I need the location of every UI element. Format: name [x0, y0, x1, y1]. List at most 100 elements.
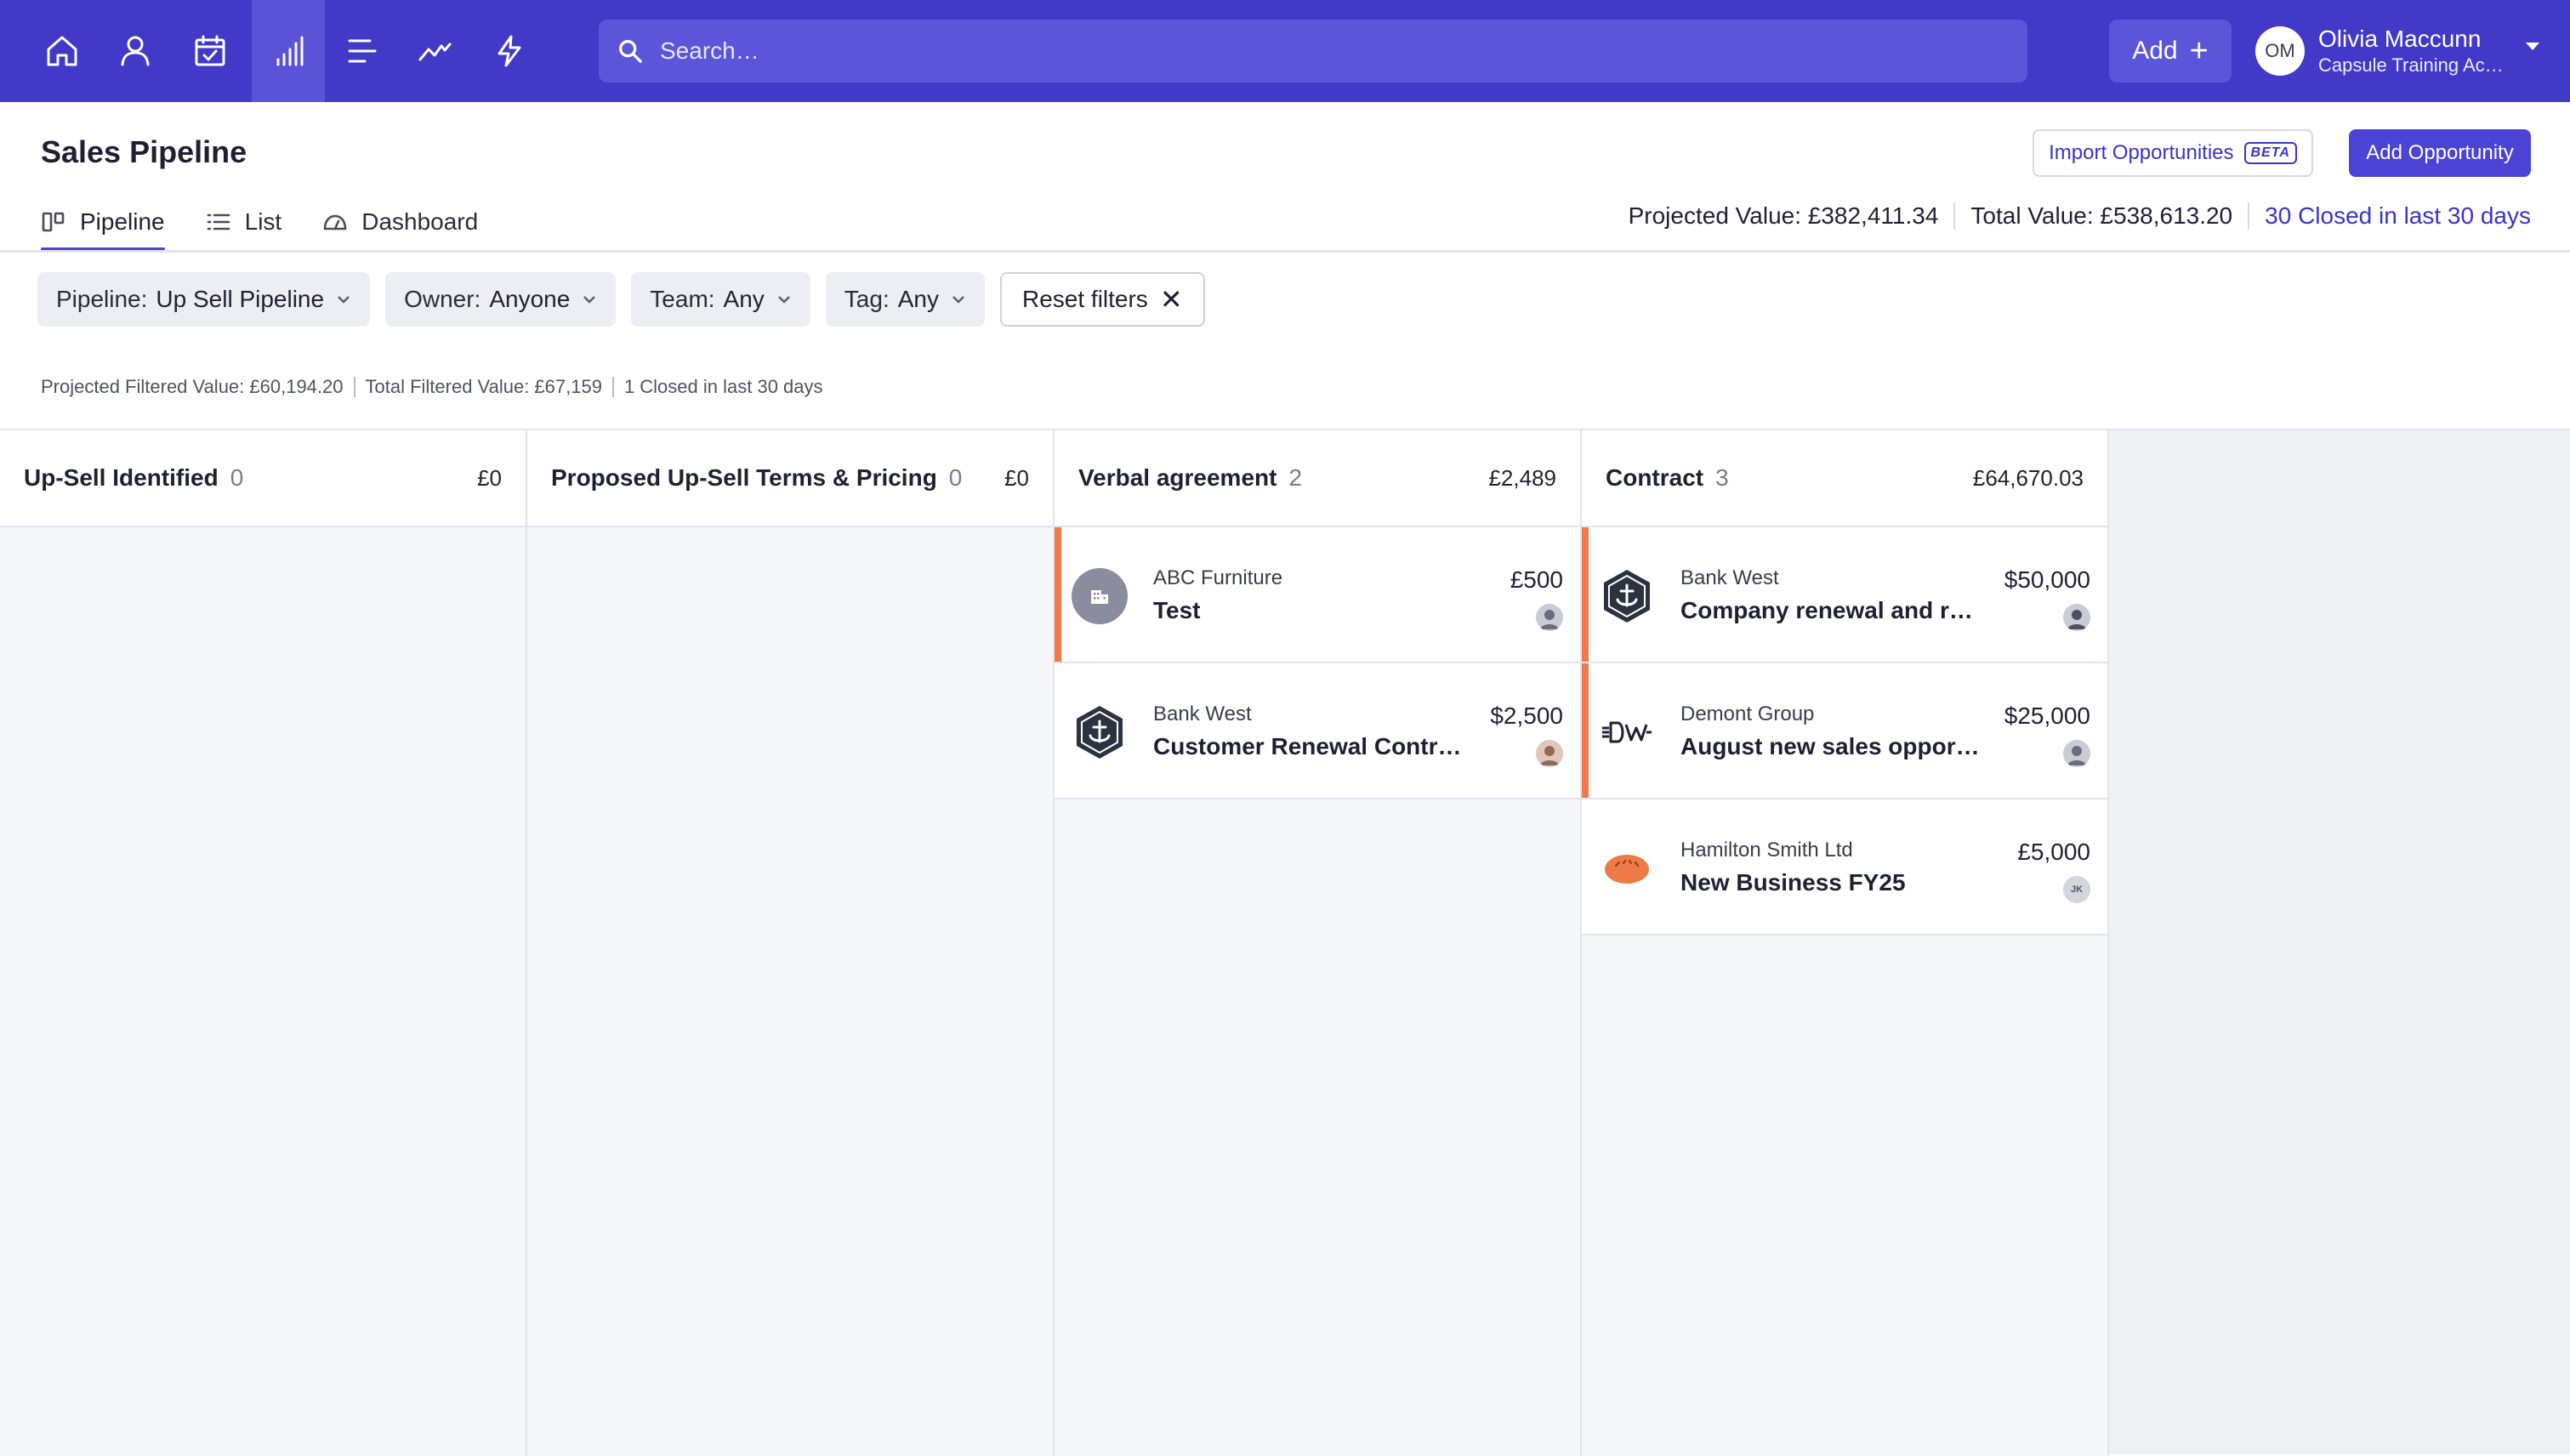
card-title: Test: [1153, 597, 1201, 623]
beta-badge: BETA: [2243, 142, 2297, 164]
plus-icon: +: [2189, 33, 2209, 69]
divider: [611, 377, 614, 397]
card-company: Hamilton Smith Ltd: [1680, 839, 1853, 862]
column-title: Verbal agreement: [1078, 464, 1277, 491]
user-menu[interactable]: OM Olivia Maccunn Capsule Training Ac…: [2255, 19, 2539, 83]
stage-column: Proposed Up-Sell Terms & Pricing 0 £0: [527, 430, 1055, 1456]
filter-bar: Pipeline: Up Sell Pipeline Owner: Anyone…: [37, 272, 1205, 327]
owner-avatar: [1536, 604, 1563, 631]
team-filter[interactable]: Team: Any: [631, 272, 810, 327]
total-value: Total Value: £538,613.20: [1970, 202, 2233, 229]
filter-label: Owner:: [404, 286, 481, 312]
bank-west-logo: [1072, 704, 1128, 760]
filtered-summary: Projected Filtered Value: £60,194.20 Tot…: [41, 376, 823, 398]
add-opportunity-button[interactable]: Add Opportunity: [2349, 129, 2531, 177]
card-company: Bank West: [1153, 702, 1252, 725]
card-company: Demont Group: [1680, 702, 1815, 725]
stage-column: Up-Sell Identified 0 £0: [0, 430, 527, 1456]
filter-label: Tag:: [844, 286, 890, 312]
pipeline-totals: Projected Value: £382,411.34 Total Value…: [1629, 202, 2531, 230]
card-title: August new sales oppor…: [1680, 733, 1980, 759]
search-input[interactable]: [660, 37, 1936, 65]
column-total: £0: [477, 464, 502, 491]
column-title: Contract: [1606, 464, 1704, 491]
column-count: 0: [230, 464, 244, 491]
owner-filter[interactable]: Owner: Anyone: [385, 272, 617, 327]
lightning-icon[interactable]: [473, 0, 546, 102]
opportunity-card[interactable]: ABC Furniture Test £500: [1055, 527, 1580, 663]
card-title: Customer Renewal Contr…: [1153, 733, 1462, 759]
user-org: Capsule Training Ac…: [2318, 54, 2504, 76]
column-total: £0: [1004, 464, 1029, 491]
column-header: Up-Sell Identified 0 £0: [0, 430, 526, 527]
card-value: £500: [1510, 566, 1563, 593]
chevron-down-icon: [583, 296, 596, 304]
owner-avatar: [2063, 604, 2090, 631]
filter-label: Team:: [650, 286, 715, 312]
opportunity-card[interactable]: Hamilton Smith Ltd New Business FY25 £5,…: [1582, 799, 2107, 936]
import-opportunities-button[interactable]: Import Opportunities BETA: [2033, 129, 2313, 177]
caret-down-icon: [2526, 43, 2539, 50]
owner-avatar: [1536, 740, 1563, 767]
tab-label: List: [244, 208, 282, 235]
card-company: ABC Furniture: [1153, 566, 1283, 589]
tab-dashboard[interactable]: Dashboard: [322, 194, 478, 250]
opportunity-card[interactable]: Bank West Company renewal and r… $50,000: [1582, 527, 2107, 663]
trend-line-icon[interactable]: [398, 0, 471, 102]
pipeline-filter[interactable]: Pipeline: Up Sell Pipeline: [37, 272, 371, 327]
tab-list[interactable]: List: [206, 194, 282, 250]
reset-label: Reset filters: [1021, 286, 1148, 312]
owner-avatar: JK: [2063, 876, 2090, 903]
filter-value: Anyone: [489, 286, 571, 312]
home-icon[interactable]: [26, 0, 99, 102]
page-title: Sales Pipeline: [41, 134, 247, 169]
card-value: $25,000: [2004, 702, 2090, 729]
filter-value: Up Sell Pipeline: [156, 286, 325, 312]
list-icon[interactable]: [325, 0, 398, 102]
filter-value: Any: [723, 286, 765, 312]
card-value: $50,000: [2004, 566, 2090, 593]
top-nav: Add + OM Olivia Maccunn Capsule Training…: [0, 0, 2570, 102]
divider: [2248, 202, 2250, 230]
chevron-down-icon: [777, 296, 790, 304]
opportunity-card[interactable]: Demont Group August new sales oppor… $25…: [1582, 663, 2107, 799]
column-title: Proposed Up-Sell Terms & Pricing: [551, 464, 937, 491]
pipeline-board: Up-Sell Identified 0 £0 Proposed Up-Sell …: [0, 429, 2570, 1456]
add-button[interactable]: Add +: [2109, 20, 2232, 82]
person-icon[interactable]: [99, 0, 172, 102]
card-value: $2,500: [1490, 702, 1563, 729]
filter-label: Pipeline:: [56, 286, 148, 312]
dashboard-icon: [323, 214, 347, 230]
chevron-down-icon: [952, 296, 964, 304]
tab-label: Pipeline: [80, 208, 165, 235]
search-box[interactable]: [599, 20, 2027, 82]
projected-filtered-value: Projected Filtered Value: £60,194.20: [41, 376, 344, 397]
reset-filters-button[interactable]: Reset filters ✕: [999, 272, 1205, 327]
close-icon: ✕: [1159, 284, 1183, 315]
filter-value: Any: [897, 286, 939, 312]
chevron-down-icon: [338, 296, 350, 304]
projected-value: Projected Value: £382,411.34: [1628, 202, 1939, 229]
card-company: Bank West: [1680, 566, 1779, 589]
column-title: Up-Sell Identified: [24, 464, 219, 491]
card-title: New Business FY25: [1680, 869, 1906, 896]
pipeline-icon: [42, 212, 65, 232]
closed-link[interactable]: 30 Closed in last 30 days: [2265, 202, 2531, 230]
bank-west-logo: [1599, 568, 1655, 624]
view-tabs: Pipeline List Dashboard: [41, 194, 519, 252]
tag-filter[interactable]: Tag: Any: [825, 272, 985, 327]
calendar-check-icon[interactable]: [173, 0, 247, 102]
filtered-closed-count: 1 Closed in last 30 days: [623, 376, 823, 397]
avatar: OM: [2255, 26, 2305, 76]
tab-pipeline[interactable]: Pipeline: [41, 194, 165, 252]
card-value: £5,000: [2017, 839, 2090, 865]
hamilton-logo: [1599, 840, 1655, 896]
opportunity-card[interactable]: Bank West Customer Renewal Contr… $2,500: [1055, 663, 1580, 799]
stage-column: Verbal agreement 2 £2,489 ABC Furniture T…: [1055, 430, 1582, 1456]
divider: [353, 377, 355, 397]
import-label: Import Opportunities: [2049, 141, 2234, 164]
bar-chart-icon[interactable]: [252, 0, 325, 102]
card-title: Company renewal and r…: [1680, 597, 1973, 623]
tab-label: Dashboard: [361, 208, 479, 235]
stage-column: Contract 3 £64,670.03 Bank West Company r…: [1582, 430, 2109, 1456]
